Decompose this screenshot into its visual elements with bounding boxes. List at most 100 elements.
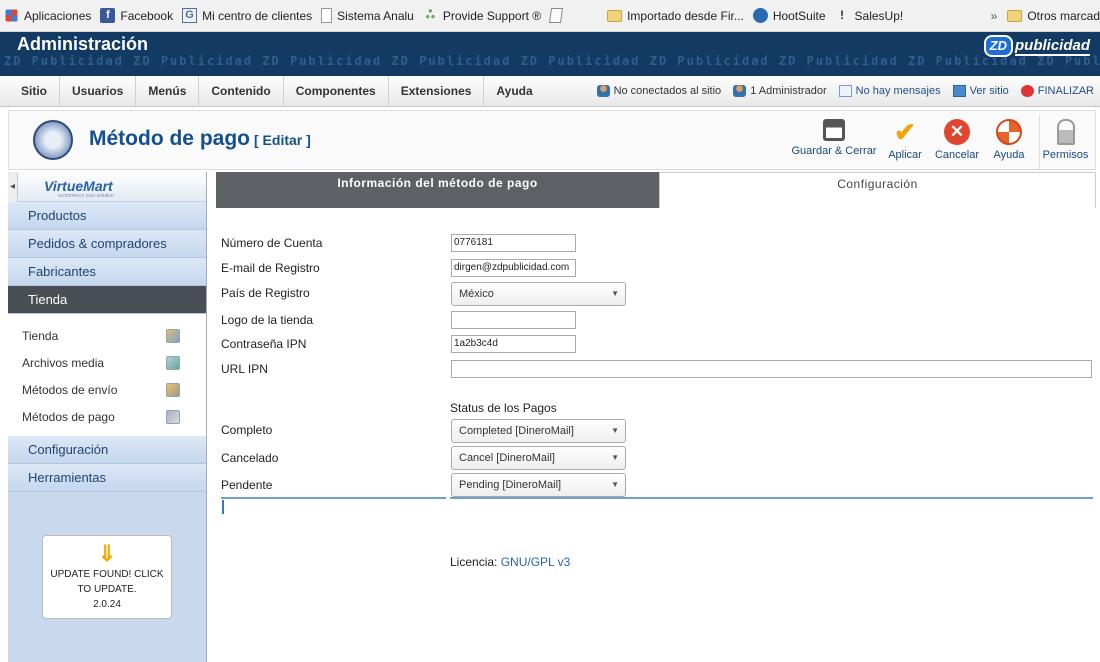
email-label: E-mail de Registro — [221, 261, 320, 275]
truck-icon — [166, 382, 180, 397]
tienda-subnav: Tienda Archivos media Métodos de envío M… — [8, 314, 206, 436]
mail-icon — [838, 85, 852, 97]
payment-method-icon — [33, 120, 73, 160]
facebook-icon: f — [100, 8, 116, 23]
help-button[interactable]: Ayuda — [983, 115, 1035, 169]
pending-status-select[interactable]: Pending [DineroMail] ▼ — [451, 473, 626, 497]
bookmark-importado[interactable]: Importado desde Fir... — [607, 9, 744, 23]
text-cursor — [222, 500, 224, 514]
menu-ayuda[interactable]: Ayuda — [484, 76, 544, 107]
menu-componentes[interactable]: Componentes — [284, 75, 389, 107]
cancel-x-icon: ✕ — [944, 119, 970, 145]
logout-link[interactable]: FINALIZAR — [1020, 85, 1094, 97]
media-files-icon — [166, 355, 180, 370]
tab-bar: Información del método de pago Configura… — [216, 172, 1096, 208]
ipn-password-input[interactable]: 1a2b3c4d — [451, 335, 576, 353]
update-notice-button[interactable]: ⇓ UPDATE FOUND! CLICK TO UPDATE. 2.0.24 — [42, 535, 172, 619]
lock-icon — [1056, 119, 1075, 145]
salesup-icon: ! — [840, 8, 845, 22]
lifebuoy-icon — [996, 119, 1022, 145]
messages-link[interactable]: No hay mensajes — [838, 85, 941, 97]
subnav-metodos-envio[interactable]: Métodos de envío — [8, 376, 206, 403]
shop-logo-input[interactable] — [451, 311, 576, 329]
collapse-sidebar-button[interactable]: ◂ — [8, 172, 18, 202]
apps-grid-icon — [5, 9, 18, 22]
admin-menu-bar: Sitio Usuarios Menús Contenido Component… — [0, 75, 1100, 107]
menu-sitio[interactable]: Sitio — [0, 75, 60, 107]
page-title: Método de pago[ Editar ] — [89, 127, 311, 150]
account-number-input[interactable]: 0776181 — [451, 234, 576, 252]
logo-word: publicidad — [1015, 36, 1090, 56]
page-subtitle: [ Editar ] — [254, 132, 311, 148]
page-toolbar: Método de pago[ Editar ] Guardar & Cerra… — [8, 110, 1096, 170]
subnav-archivos-media[interactable]: Archivos media — [8, 349, 206, 376]
menu-contenido[interactable]: Contenido — [199, 75, 284, 107]
chevron-down-icon: ▼ — [611, 453, 619, 462]
sidebar-item-herramientas[interactable]: Herramientas — [8, 464, 206, 492]
bookmark-salesup[interactable]: ! SalesUp! — [835, 8, 903, 23]
subnav-metodos-pago[interactable]: Métodos de pago — [8, 403, 206, 430]
menu-extensiones[interactable]: Extensiones — [389, 75, 485, 107]
chevron-down-icon: ▼ — [611, 480, 619, 489]
ipn-url-input[interactable] — [451, 360, 1092, 378]
license-info: Licencia: GNU/GPL v3 — [450, 555, 571, 569]
pending-label: Pendente — [221, 478, 273, 492]
bookmark-sistema-analu[interactable]: Sistema Analu — [321, 8, 414, 23]
bookmark-provide-support[interactable]: ஃ Provide Support ® — [423, 8, 541, 23]
view-site-link[interactable]: Ver sitio — [952, 85, 1009, 97]
power-icon — [1020, 85, 1034, 97]
bookmark-hootsuite[interactable]: HootSuite — [752, 8, 826, 23]
row-divider — [221, 497, 446, 499]
hootsuite-icon — [752, 8, 768, 23]
tab-info-metodo-pago[interactable]: Información del método de pago — [216, 172, 659, 208]
users-icon — [596, 85, 610, 97]
main-content: Información del método de pago Configura… — [216, 172, 1096, 662]
admin-header: ZD Publicidad ZD Publicidad ZD Publicida… — [0, 32, 1100, 76]
menu-menus[interactable]: Menús — [136, 75, 200, 107]
permissions-button[interactable]: Permisos — [1039, 115, 1091, 169]
status-area: No conectados al sitio 1 Administrador N… — [585, 85, 1100, 97]
sidebar-item-productos[interactable]: Productos — [8, 202, 206, 230]
license-link[interactable]: GNU/GPL v3 — [501, 555, 571, 569]
sidebar-item-pedidos[interactable]: Pedidos & compradores — [8, 230, 206, 258]
country-select[interactable]: México ▼ — [451, 282, 626, 306]
shop-icon — [166, 328, 180, 343]
completed-label: Completo — [221, 423, 273, 437]
menu-usuarios[interactable]: Usuarios — [60, 75, 137, 107]
cancelled-status-select[interactable]: Cancel [DineroMail] ▼ — [451, 446, 626, 470]
email-input[interactable]: dirgen@zdpublicidad.com — [451, 259, 576, 277]
document-icon — [321, 8, 333, 23]
apply-button[interactable]: ✔ Aplicar — [879, 115, 931, 169]
sidebar-item-configuracion[interactable]: Configuración — [8, 436, 206, 464]
checkmark-icon: ✔ — [894, 117, 916, 147]
brand-name: VirtueMart — [44, 178, 113, 194]
shop-logo-label: Logo de la tienda — [221, 313, 314, 327]
bookmark-facebook[interactable]: f Facebook — [100, 8, 173, 23]
ipn-password-label: Contraseña IPN — [221, 337, 307, 351]
cancel-button[interactable]: ✕ Cancelar — [931, 115, 983, 169]
bookmarks-bar: Aplicaciones f Facebook G Mi centro de cli… — [0, 0, 1100, 32]
bookmarks-more-button[interactable]: » — [991, 9, 998, 23]
cancelled-label: Cancelado — [221, 451, 279, 465]
toolbar-actions: Guardar & Cerrar ✔ Aplicar ✕ Cancelar Ayud… — [789, 115, 1091, 169]
tab-configuracion[interactable]: Configuración — [659, 172, 1096, 208]
download-arrow-icon: ⇓ — [97, 541, 117, 566]
folder-icon — [607, 9, 623, 22]
virtuemart-sidebar: ◂ VirtueMart ecommerce your solution Pro… — [8, 172, 207, 662]
bookmark-edit-doc[interactable] — [549, 8, 567, 23]
chevron-down-icon: ▼ — [611, 289, 619, 298]
bookmark-otros[interactable]: Otros marcad — [1007, 9, 1100, 23]
sidebar-item-fabricantes[interactable]: Fabricantes — [8, 258, 206, 286]
provide-support-icon: ஃ — [426, 9, 435, 21]
chevron-down-icon: ▼ — [611, 426, 619, 435]
folder-icon — [1007, 9, 1023, 22]
save-close-button[interactable]: Guardar & Cerrar — [789, 115, 879, 169]
completed-status-select[interactable]: Completed [DineroMail] ▼ — [451, 419, 626, 443]
bookmark-centro-clientes[interactable]: G Mi centro de clientes — [182, 8, 312, 23]
sidebar-item-tienda[interactable]: Tienda — [8, 286, 206, 314]
floppy-disk-icon — [823, 119, 845, 141]
bookmark-aplicaciones[interactable]: Aplicaciones — [4, 8, 91, 23]
row-divider — [450, 497, 1093, 499]
subnav-tienda[interactable]: Tienda — [8, 322, 206, 349]
google-icon: G — [182, 8, 198, 23]
